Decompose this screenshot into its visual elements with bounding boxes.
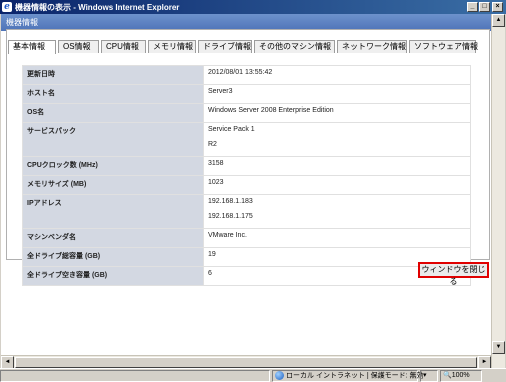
zone-label: ローカル イントラネット | 保護モード: 無効	[286, 371, 424, 379]
row-value-line: 192.168.1.175	[208, 213, 253, 220]
globe-icon	[275, 370, 284, 380]
table-row: OS名 Windows Server 2008 Enterprise Editio…	[22, 103, 471, 123]
zoom-control[interactable]: 🔍100%	[440, 369, 482, 382]
row-value: Server3	[203, 84, 471, 104]
row-value-line: Windows Server 2008 Enterprise Edition	[208, 107, 334, 114]
row-value-line: Service Pack 1	[208, 126, 255, 133]
row-value-line: 3158	[208, 160, 224, 167]
tab-6[interactable]: その他のマシン情報	[254, 40, 335, 53]
row-label: 更新日時	[22, 65, 204, 85]
table-row: IPアドレス 192.168.1.183 192.168.1.175	[22, 194, 471, 229]
table-row: メモリサイズ (MB) 1023	[22, 175, 471, 195]
row-value: Service Pack 1 R2	[203, 122, 471, 157]
vertical-scrollbar[interactable]: ▲ ▼	[491, 14, 505, 368]
row-value-line: 1023	[208, 179, 224, 186]
security-zone[interactable]: ローカル イントラネット | 保護モード: 無効	[272, 369, 424, 382]
row-label: ホスト名	[22, 84, 204, 104]
ie-icon: e	[2, 2, 12, 12]
row-label: メモリサイズ (MB)	[22, 175, 204, 195]
tab-5[interactable]: ドライブ情報	[198, 40, 252, 53]
row-value: 2012/08/01 13:55:42	[203, 65, 471, 85]
table-row: CPUクロック数 (MHz) 3158	[22, 156, 471, 176]
table-row: 全ドライブ総容量 (GB) 19	[22, 247, 471, 267]
zone-dropdown-icon[interactable]: ▾	[420, 369, 438, 382]
status-text	[0, 369, 270, 382]
row-value: VMware Inc.	[203, 228, 471, 248]
row-value-line: VMware Inc.	[208, 232, 247, 239]
tab-7[interactable]: ネットワーク情報	[337, 40, 407, 53]
row-value-line: R2	[208, 141, 217, 148]
window-title: 機器情報の表示 - Windows Internet Explorer	[15, 2, 180, 12]
row-label: CPUクロック数 (MHz)	[22, 156, 204, 176]
row-label: 全ドライブ総容量 (GB)	[22, 247, 204, 267]
table-row: サービスパック Service Pack 1 R2	[22, 122, 471, 157]
row-value: 192.168.1.183 192.168.1.175	[203, 194, 471, 229]
zoom-icon: 🔍	[443, 371, 452, 379]
table-row: マシンベンダ名 VMware Inc.	[22, 228, 471, 248]
row-value: 3158	[203, 156, 471, 176]
close-window-page-button[interactable]: ウィンドウを閉じる	[418, 262, 489, 286]
row-value: Windows Server 2008 Enterprise Edition	[203, 103, 471, 123]
tab-4[interactable]: メモリ情報	[148, 40, 196, 53]
table-row: 更新日時 2012/08/01 13:55:42	[22, 65, 471, 85]
row-label: マシンベンダ名	[22, 228, 204, 248]
scroll-up-icon[interactable]: ▲	[492, 14, 505, 27]
row-label: サービスパック	[22, 122, 204, 157]
tab-3[interactable]: CPU情報	[101, 40, 146, 53]
table-row: ホスト名 Server3	[22, 84, 471, 104]
row-label: IPアドレス	[22, 194, 204, 229]
row-value: 1023	[203, 175, 471, 195]
tab-bar: 基本情報 OS情報 CPU情報 メモリ情報 ドライブ情報 その他のマシン情報 ネットワーク情…	[8, 40, 478, 54]
status-bar: ローカル イントラネット | 保護モード: 無効 ▾ 🔍100%	[0, 368, 506, 382]
horizontal-scrollbar[interactable]: ◄ ►	[1, 355, 491, 369]
horizontal-scroll-thumb[interactable]	[15, 357, 477, 368]
title-bar: e 機器情報の表示 - Windows Internet Explorer _ …	[0, 0, 506, 14]
scroll-down-icon[interactable]: ▼	[492, 341, 505, 354]
maximize-button[interactable]: □	[479, 2, 490, 12]
tab-1[interactable]: 基本情報	[8, 40, 56, 54]
row-value-line: 2012/08/01 13:55:42	[208, 69, 273, 76]
zoom-level: 100%	[451, 371, 470, 379]
device-info-table: 更新日時 2012/08/01 13:55:42 ホスト名 Server3 OS名 Win…	[22, 65, 471, 286]
row-value-line: 192.168.1.183	[208, 198, 253, 205]
close-window-button[interactable]: ×	[492, 2, 503, 12]
row-label: 全ドライブ空き容量 (GB)	[22, 266, 204, 286]
table-row: 全ドライブ空き容量 (GB) 6	[22, 266, 471, 286]
row-value-line: Server3	[208, 88, 233, 95]
row-label: OS名	[22, 103, 204, 123]
tab-8[interactable]: ソフトウェア情報	[409, 40, 478, 53]
minimize-button[interactable]: _	[467, 2, 478, 12]
tab-2[interactable]: OS情報	[58, 40, 99, 53]
